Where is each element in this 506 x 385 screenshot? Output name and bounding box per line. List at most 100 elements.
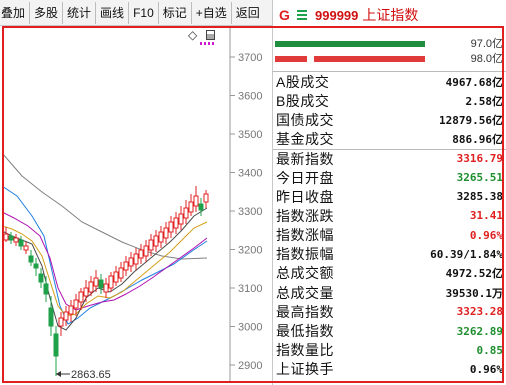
window-icon[interactable] — [206, 30, 215, 40]
bar-segment — [275, 41, 425, 47]
candle-body — [13, 237, 19, 243]
candle-body — [178, 213, 184, 225]
bar-value: 97.0亿 — [470, 38, 503, 50]
candle-body — [108, 275, 114, 289]
candle-body — [183, 207, 189, 219]
stat-row: 指数量比 0.85 — [273, 341, 506, 360]
stat-label: 最低指数 — [276, 323, 334, 340]
chart-tools: ◇ — [188, 28, 224, 48]
candle-body — [8, 235, 14, 241]
stat-label: 国债成交 — [276, 111, 334, 128]
candle-body — [198, 203, 204, 211]
stat-label: 最高指数 — [276, 303, 334, 320]
stat-value: 0.96% — [469, 362, 503, 376]
candle-body — [203, 193, 209, 203]
stat-row: B股成交 2.58亿 — [273, 91, 506, 110]
buy-volume-bar: 97.0亿 — [273, 38, 506, 50]
draw-line-button[interactable]: 画线 — [96, 1, 130, 24]
candle-body — [193, 195, 199, 207]
candle-body — [73, 299, 79, 309]
statistics-button[interactable]: 统计 — [63, 1, 97, 24]
diamond-icon[interactable]: ◇ — [188, 28, 197, 42]
bar-track — [275, 56, 425, 62]
multi-stock-button[interactable]: 多股 — [30, 1, 64, 24]
quote-stats-table: A股成交 4967.68亿 B股成交 2.58亿 国债成交 12879.56亿基金成交 88… — [273, 71, 506, 379]
stat-label: 指数涨幅 — [276, 227, 334, 244]
candle-body — [78, 291, 84, 303]
candle-body — [143, 245, 149, 257]
f10-button[interactable]: F10 — [129, 1, 159, 24]
candle-body — [158, 231, 164, 243]
stat-label: 指数振幅 — [276, 246, 334, 263]
candle-body — [53, 333, 59, 357]
stat-row: 最低指数 3262.89 — [273, 321, 506, 340]
candle-body — [38, 273, 44, 283]
stat-value: 3285.38 — [456, 190, 503, 204]
stat-label: 基金成交 — [276, 131, 334, 148]
quote-header: G 999999 上证指数 — [273, 3, 506, 27]
stat-row: 总成交额 4972.52亿 — [273, 264, 506, 283]
candle-body — [173, 217, 179, 229]
chart-toolbar: 叠加 多股 统计 画线 F10 标记 +自选 返回 — [0, 0, 272, 26]
stat-value: 12879.56亿 — [439, 113, 503, 127]
stat-label: 上证换手 — [276, 361, 334, 378]
stat-row: 上证换手 0.96% — [273, 360, 506, 379]
kline-chart[interactable]: 3700 3600 3500 3400 3300 3200 3100 3000 2900 286… — [2, 26, 272, 383]
list-icon[interactable] — [297, 10, 307, 20]
ma120-line — [2, 152, 208, 260]
y-tick-label: 3100 — [238, 283, 262, 295]
candle-body — [113, 271, 119, 283]
index-name: 上证指数 — [362, 7, 419, 23]
y-tick-label: 3400 — [238, 168, 262, 180]
price-chart-svg: 3700 3600 3500 3400 3300 3200 3100 3000 2900 286… — [2, 26, 262, 383]
stat-value: 886.96亿 — [452, 133, 503, 147]
back-button[interactable]: 返回 — [232, 2, 264, 24]
overlay-button[interactable]: 叠加 — [0, 1, 31, 24]
y-tick-label: 3600 — [238, 91, 262, 103]
dotted-marker — [200, 42, 216, 45]
candle-body — [68, 305, 74, 315]
candle-body — [58, 317, 64, 327]
stat-label: 昨日收盘 — [276, 188, 334, 205]
y-tick-label: 3000 — [238, 322, 262, 334]
candle-body — [163, 227, 169, 239]
candle-body — [138, 249, 144, 259]
candle-body — [153, 235, 159, 247]
y-tick-label: 3500 — [238, 129, 262, 141]
candle-body — [128, 257, 134, 267]
add-watchlist-button[interactable]: +自选 — [192, 1, 232, 24]
stat-row: 指数振幅 60.39/1.84% — [273, 245, 506, 264]
stat-label: 指数涨跌 — [276, 207, 334, 224]
moving-average-lines — [2, 152, 208, 331]
candle-body — [28, 255, 34, 263]
y-tick-label: 2900 — [238, 360, 262, 372]
stat-row: A股成交 4967.68亿 — [273, 72, 506, 91]
candle-body — [133, 253, 139, 265]
candle-body — [168, 221, 174, 233]
stat-row: 昨日收盘 3285.38 — [273, 187, 506, 206]
stat-value: 3262.89 — [456, 324, 503, 338]
stat-row: 今日开盘 3265.51 — [273, 168, 506, 187]
stat-value: 39530.1万 — [445, 286, 503, 300]
stat-row: 最新指数 3316.79 — [273, 148, 506, 168]
stat-value: 4967.68亿 — [445, 75, 503, 89]
stat-label: 最新指数 — [276, 150, 334, 167]
candle-body — [103, 283, 109, 293]
bar-segment — [314, 56, 425, 62]
ma60-line — [2, 185, 208, 325]
g-icon[interactable]: G — [279, 7, 291, 23]
stat-value: 2.58亿 — [465, 94, 504, 108]
candle-body — [188, 201, 194, 213]
stat-row: 指数涨跌 31.41 — [273, 206, 506, 225]
stat-value: 3316.79 — [456, 152, 503, 166]
candle-body — [98, 279, 104, 289]
mark-button[interactable]: 标记 — [159, 1, 192, 24]
low-price-label: 2863.65 — [71, 369, 111, 381]
low-arrow-head — [56, 371, 61, 377]
stat-row: 国债成交 12879.56亿 — [273, 110, 506, 129]
candle-body — [118, 267, 124, 279]
y-axis: 3700 3600 3500 3400 3300 3200 3100 3000 2900 — [230, 52, 262, 372]
candle-body — [43, 283, 49, 295]
bar-track — [275, 41, 425, 47]
bar-segment — [275, 56, 307, 62]
